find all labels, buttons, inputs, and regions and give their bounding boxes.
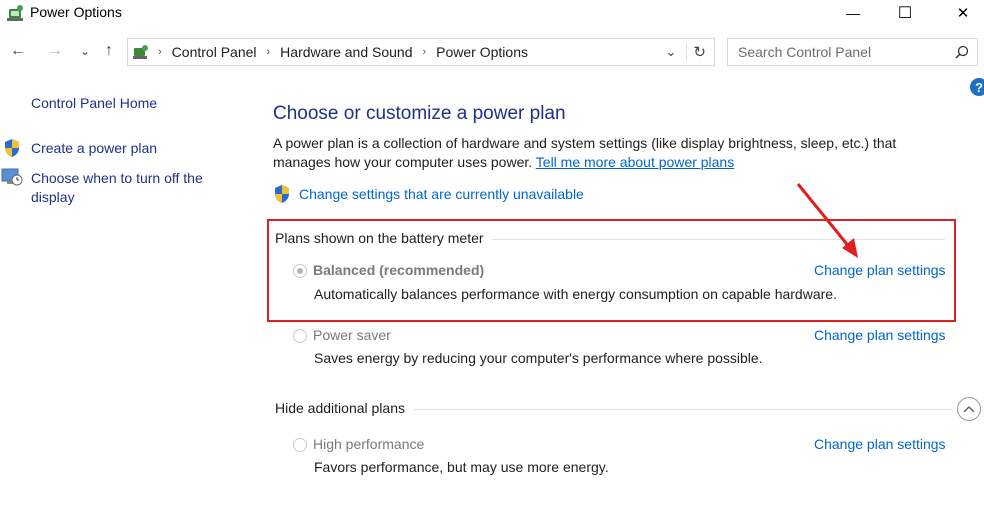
sidebar-item-turn-off-display[interactable]: Choose when to turn off the display [31,169,231,207]
search-placeholder: Search Control Panel [738,44,872,60]
title-bar: Power Options — ☐ ✕ [0,0,984,28]
search-input[interactable]: Search Control Panel [727,38,978,66]
breadcrumb-hardware-and-sound[interactable]: Hardware and Sound [280,44,412,60]
plan-desc-high-performance: Favors performance, but may use more ene… [314,459,609,475]
chevron-up-icon [963,405,975,413]
shield-icon [273,184,291,207]
up-arrow-icon: ↑ [105,42,113,59]
power-saver-radio[interactable] [293,329,307,343]
shield-icon [3,138,21,161]
forward-arrow-icon: → [47,42,63,59]
up-button[interactable]: ↑ [98,40,120,62]
breadcrumb-separator: › [266,46,271,58]
recent-locations-button[interactable]: ⌄ [74,40,96,62]
learn-more-link[interactable]: Tell me more about power plans [536,154,734,170]
red-arrow-annotation [796,183,858,258]
address-dropdown-icon[interactable]: ⌄ [666,44,677,60]
minimize-icon: — [846,5,860,21]
minimize-button[interactable]: — [830,0,876,26]
page-title: Choose or customize a power plan [273,103,566,124]
breadcrumb-control-panel[interactable]: Control Panel [172,44,257,60]
collapse-button[interactable] [957,397,981,421]
close-icon: ✕ [956,5,970,22]
search-icon [955,45,969,59]
change-plan-settings-power-saver[interactable]: Change plan settings [814,327,946,343]
high-performance-radio[interactable] [293,438,307,452]
close-button[interactable]: ✕ [940,0,984,26]
plan-name-power-saver[interactable]: Power saver [313,327,391,343]
change-plan-settings-high-performance[interactable]: Change plan settings [814,436,946,452]
sidebar-item-create-power-plan[interactable]: Create a power plan [31,139,157,158]
monitor-clock-icon [1,167,23,190]
window-title: Power Options [30,4,122,20]
change-unavailable-settings-link[interactable]: Change settings that are currently unava… [299,186,584,202]
maximize-button[interactable]: ☐ [882,0,928,26]
breadcrumb-separator: › [158,46,162,58]
breadcrumb-power-options[interactable]: Power Options [436,44,528,60]
power-options-icon [6,3,26,23]
page-description: A power plan is a collection of hardware… [273,134,953,172]
control-panel-icon [132,43,150,61]
help-button[interactable]: ? [970,78,984,96]
sidebar-control-panel-home[interactable]: Control Panel Home [31,94,157,113]
back-arrow-icon: ← [10,42,26,59]
hide-additional-plans-label: Hide additional plans [275,400,413,416]
maximize-icon: ☐ [897,5,913,22]
back-button[interactable]: ← [7,40,29,62]
chevron-down-icon: ⌄ [79,44,91,58]
forward-button[interactable]: → [44,40,66,62]
plan-desc-power-saver: Saves energy by reducing your computer's… [314,350,763,366]
refresh-icon[interactable]: ↻ [686,43,706,61]
breadcrumb-separator: › [422,46,427,58]
address-bar[interactable]: › Control Panel › Hardware and Sound › P… [127,38,715,66]
plan-name-high-performance[interactable]: High performance [313,436,424,452]
